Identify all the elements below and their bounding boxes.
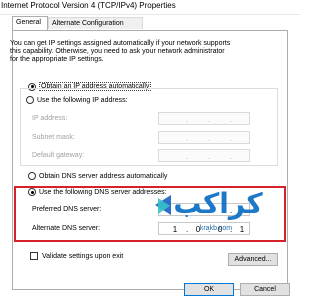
title-bar: Internet Protocol Version 4 (TCP/IPv4) P… <box>0 0 300 15</box>
tab-alternate-configuration[interactable]: Alternate Configuration <box>48 17 143 29</box>
use-following-ip-label: Use the following IP address: <box>37 96 128 104</box>
obtain-dns-auto-option[interactable]: Obtain DNS server address automatically <box>28 172 167 180</box>
description-line: You can get IP settings assigned automat… <box>10 40 231 47</box>
subnet-mask-field[interactable]: . . . <box>158 131 250 144</box>
advanced-button[interactable]: Advanced... <box>228 253 278 266</box>
watermark-logo: كراكب krakb.com <box>168 190 268 234</box>
description-line: this capability. Otherwise, you need to … <box>10 48 225 55</box>
octet-separator: . <box>186 134 189 143</box>
ip-address-field[interactable]: . . . <box>158 112 250 125</box>
window-title: Internet Protocol Version 4 (TCP/IPv4) P… <box>1 1 176 10</box>
default-gateway-field[interactable]: . . . <box>158 149 250 162</box>
octet-separator: . <box>208 134 211 143</box>
use-following-ip-radio[interactable] <box>26 96 34 104</box>
octet-separator: . <box>230 115 233 124</box>
use-following-ip-option[interactable]: Use the following IP address: <box>26 96 130 104</box>
validate-settings-option[interactable]: Validate settings upon exit <box>30 252 123 260</box>
validate-settings-checkbox[interactable] <box>30 252 38 260</box>
octet-separator: . <box>186 115 189 124</box>
octet-separator: . <box>230 134 233 143</box>
use-following-dns-radio[interactable] <box>28 188 36 196</box>
default-gateway-label: Default gateway: <box>32 152 85 159</box>
description-text: You can get IP settings assigned automat… <box>10 40 280 64</box>
obtain-dns-auto-label: Obtain DNS server address automatically <box>39 172 168 180</box>
use-following-dns-option[interactable]: Use the following DNS server addresses: <box>28 188 167 196</box>
cancel-button[interactable]: Cancel <box>240 283 290 296</box>
obtain-dns-auto-radio[interactable] <box>28 172 36 180</box>
validate-settings-label: Validate settings upon exit <box>42 252 124 260</box>
tab-general[interactable]: General <box>12 16 48 30</box>
alternate-dns-label: Alternate DNS server: <box>32 225 101 232</box>
ip-address-label: IP address: <box>32 115 68 122</box>
use-following-dns-label: Use the following DNS server addresses: <box>39 188 167 196</box>
octet-separator: . <box>186 152 189 161</box>
subnet-mask-label: Subnet mask: <box>32 134 75 141</box>
watermark-subtext: krakb.com <box>199 225 233 232</box>
octet-separator: . <box>230 152 233 161</box>
octet-separator: . <box>208 115 211 124</box>
preferred-dns-label: Preferred DNS server: <box>32 206 102 213</box>
ok-button[interactable]: OK <box>184 283 234 296</box>
octet-separator: . <box>208 152 211 161</box>
description-line: for the appropriate IP settings. <box>10 56 104 63</box>
